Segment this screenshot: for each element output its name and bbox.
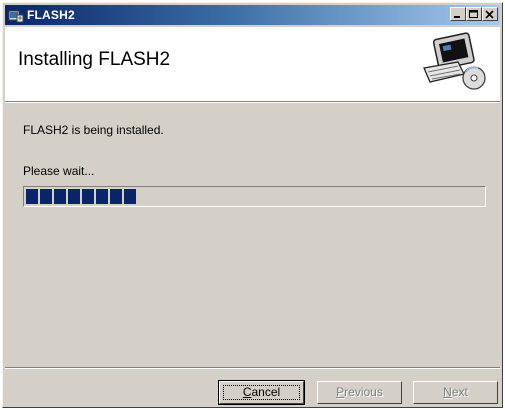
window-title: FLASH2 [27, 8, 75, 22]
maximize-icon [469, 10, 478, 18]
computer-with-cd-icon [423, 32, 486, 90]
next-button[interactable]: Next [413, 381, 498, 404]
minimize-icon [454, 16, 460, 18]
progress-fill [26, 189, 136, 204]
close-icon [485, 10, 494, 19]
next-mnemonic: N [443, 385, 452, 399]
minimize-button[interactable] [450, 7, 466, 21]
previous-label: revious [344, 385, 383, 399]
installer-app-icon [8, 10, 24, 23]
install-status-text: FLASH2 is being installed. [23, 123, 164, 137]
next-label: ext [451, 385, 468, 399]
footer-separator [5, 367, 500, 369]
maximize-button[interactable] [466, 7, 482, 21]
previous-button[interactable]: Previous [317, 381, 402, 404]
install-progress-bar [23, 186, 486, 207]
previous-mnemonic: P [336, 385, 345, 399]
header-separator [5, 101, 500, 103]
cancel-button[interactable]: Cancel [218, 380, 305, 405]
page-title: Installing FLASH2 [18, 49, 171, 70]
title-bar[interactable]: FLASH2 [5, 5, 500, 25]
installer-window: FLASH2 Installing FLASH2 FLASH2 is being… [2, 2, 503, 408]
header-banner: Installing FLASH2 [5, 27, 500, 101]
please-wait-text: Please wait... [23, 164, 95, 178]
focus-rectangle [223, 385, 300, 400]
close-button[interactable] [482, 7, 498, 21]
